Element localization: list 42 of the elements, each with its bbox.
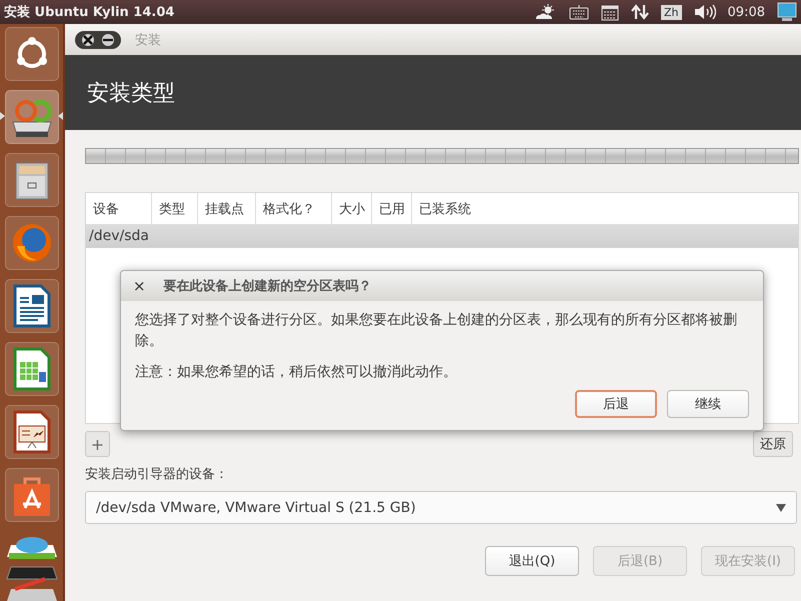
dialog-note: 注意：如果您希望的话，稍后依然可以撤消此动作。 — [135, 363, 458, 382]
dialog-message: 您选择了对整个设备进行分区。如果您要在此设备上创建的分区表，那么现有的所有分区都将被删除。 — [135, 311, 738, 351]
column-header[interactable]: 设备 — [86, 193, 152, 224]
column-header[interactable]: 已装系统 — [412, 193, 512, 224]
calendar-icon[interactable] — [601, 4, 620, 20]
action-button[interactable]: 退出(Q) — [485, 546, 579, 576]
dialog-title: 要在此设备上创建新的空分区表吗？ — [164, 278, 372, 295]
close-button[interactable]: × — [133, 277, 146, 295]
launcher-item[interactable] — [4, 90, 58, 144]
launcher-item[interactable] — [4, 405, 58, 459]
dropdown-arrow-icon — [776, 504, 786, 512]
close-icon[interactable] — [82, 34, 94, 46]
document-icon — [12, 283, 52, 329]
column-header[interactable]: 格式化？ — [256, 193, 332, 224]
window-title: 安装 Ubuntu Kylin 14.04 — [4, 4, 176, 21]
column-header[interactable]: 类型 — [152, 193, 198, 224]
minimize-icon[interactable] — [102, 34, 114, 46]
revert-button[interactable]: 还原 — [753, 431, 793, 457]
dialog-button[interactable]: 继续 — [667, 390, 749, 418]
launcher-item[interactable] — [4, 27, 58, 81]
column-header[interactable]: 大小 — [332, 193, 372, 224]
add-partition-button[interactable]: + — [85, 431, 110, 457]
launcher-item[interactable] — [4, 153, 58, 207]
monitor-icon[interactable] — [777, 2, 797, 22]
column-header[interactable]: 已用 — [372, 193, 412, 224]
spreadsheet-icon — [12, 346, 52, 392]
window-title: 安装 — [135, 32, 161, 48]
launcher-item[interactable] — [4, 279, 58, 333]
bootloader-label: 安装启动引导器的设备： — [85, 466, 229, 483]
dialog-button[interactable]: 后退 — [575, 390, 657, 418]
keyboard-icon[interactable] — [569, 4, 590, 20]
volume-icon[interactable] — [694, 4, 716, 20]
clock[interactable]: 09:08 — [728, 4, 765, 20]
bootloader-dropdown[interactable]: /dev/sda VMware, VMware Virtual S (21.5 GB) — [85, 491, 797, 524]
launcher-item[interactable] — [4, 468, 58, 522]
table-row[interactable]: /dev/sda — [86, 225, 798, 248]
launcher-item[interactable] — [4, 342, 58, 396]
input-method-indicator[interactable]: Zh — [661, 4, 682, 20]
network-arrows-icon[interactable] — [631, 4, 650, 20]
presentation-icon — [12, 409, 52, 455]
page-title: 安装类型 — [87, 80, 175, 108]
column-header[interactable]: 挂载点 — [198, 193, 256, 224]
